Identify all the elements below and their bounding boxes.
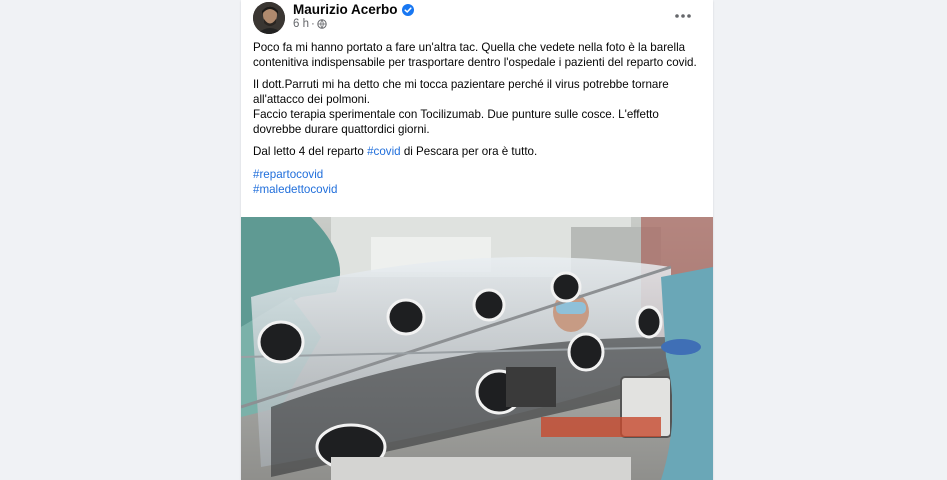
post-card: Maurizio Acerbo 6 h · Poco fa mi hanno p… (241, 0, 713, 480)
more-options-icon[interactable] (669, 6, 697, 26)
post-paragraph-3-before: Dal letto 4 del reparto (253, 145, 368, 158)
hashtag-covid-link[interactable]: #covid (367, 145, 401, 158)
author-avatar[interactable] (253, 2, 285, 34)
hashtag-repartocovid-link[interactable]: #repartocovid (253, 167, 705, 182)
post-photo[interactable] (241, 217, 713, 480)
meta-separator: · (311, 18, 315, 30)
globe-icon (317, 19, 327, 29)
author-name[interactable]: Maurizio Acerbo (293, 2, 398, 17)
post-timestamp[interactable]: 6 h (293, 18, 309, 30)
hashtag-list: #repartocovid #maledettocovid (253, 167, 705, 197)
post-paragraph-2: Il dott.Parruti mi ha detto che mi tocca… (253, 77, 705, 137)
hashtag-maledettocovid-link[interactable]: #maledettocovid (253, 182, 705, 197)
post-text: Poco fa mi hanno portato a fare un'altra… (253, 40, 705, 197)
verified-badge-icon (401, 3, 414, 16)
avatar-photo-icon (253, 2, 285, 34)
post-paragraph-3-after: di Pescara per ora è tutto. (400, 145, 538, 158)
post-paragraph-2-line-2: Faccio terapia sperimentale con Tocilizu… (253, 108, 659, 136)
isolation-stretcher-photo (241, 217, 713, 480)
post-paragraph-2-line-1: Il dott.Parruti mi ha detto che mi tocca… (253, 78, 669, 106)
post-paragraph-1: Poco fa mi hanno portato a fare un'altra… (253, 41, 697, 69)
post-paragraph-3: Dal letto 4 del reparto #covid di Pescar… (253, 144, 705, 159)
post-header: Maurizio Acerbo 6 h · (253, 0, 701, 40)
post-meta: 6 h · (293, 18, 327, 30)
